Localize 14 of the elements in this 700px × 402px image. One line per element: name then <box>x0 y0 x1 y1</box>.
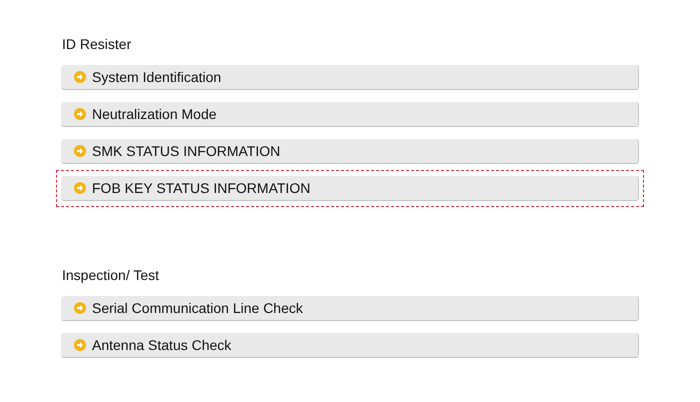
menu-item[interactable]: SMK STATUS INFORMATION <box>61 139 639 164</box>
section-heading: Inspection/ Test <box>62 266 160 285</box>
menu-item[interactable]: Neutralization Mode <box>61 102 639 127</box>
arrow-icon <box>74 108 86 120</box>
arrow-icon <box>74 71 86 83</box>
section-heading: ID Resister <box>62 35 132 54</box>
menu-item[interactable]: Serial Communication Line Check <box>61 296 639 321</box>
menu-item[interactable]: Antenna Status Check <box>61 333 639 358</box>
menu-item[interactable]: System Identification <box>61 65 639 90</box>
arrow-icon <box>74 145 86 157</box>
arrow-icon <box>74 302 86 314</box>
arrow-icon <box>74 339 86 351</box>
arrow-icon <box>74 182 86 194</box>
menu-item[interactable]: FOB KEY STATUS INFORMATION <box>61 176 639 201</box>
